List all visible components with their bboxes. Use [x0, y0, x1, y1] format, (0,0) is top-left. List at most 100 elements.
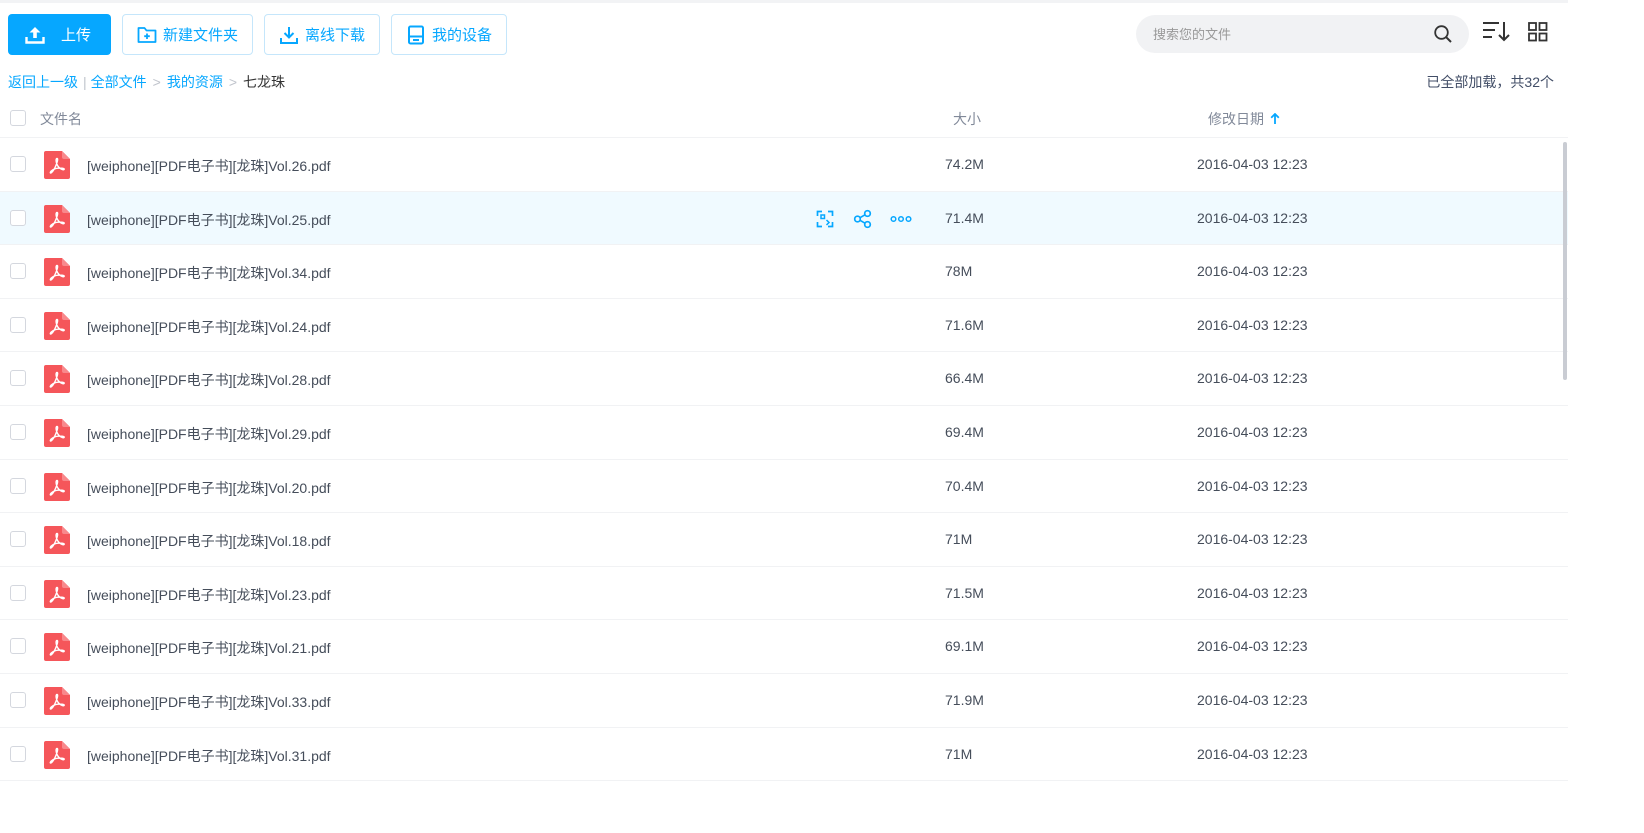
file-name[interactable]: [weiphone][PDF电子书][龙珠]Vol.26.pdf [87, 156, 331, 176]
pdf-icon [44, 311, 70, 340]
file-date: 2016-04-03 12:23 [1197, 209, 1308, 226]
new-folder-icon [137, 25, 157, 45]
column-header-date[interactable]: 修改日期 [1208, 109, 1280, 129]
convert-icon[interactable] [814, 208, 836, 230]
table-row[interactable]: [weiphone][PDF电子书][龙珠]Vol.23.pdf 71.5M 201… [0, 567, 1568, 621]
table-row[interactable]: [weiphone][PDF电子书][龙珠]Vol.18.pdf 71M 2016-… [0, 513, 1568, 567]
table-row[interactable]: [weiphone][PDF电子书][龙珠]Vol.25.pdf 71.4M 201… [0, 191, 1568, 246]
download-icon [279, 25, 299, 45]
sort-icon[interactable] [1482, 20, 1512, 47]
search-input[interactable] [1153, 26, 1423, 42]
pdf-icon [44, 526, 70, 555]
row-actions [814, 208, 928, 230]
my-devices-button[interactable]: 我的设备 [391, 14, 508, 55]
breadcrumb-all-files[interactable]: 全部文件 [91, 72, 147, 92]
breadcrumb: 返回上一级 | 全部文件 > 我的资源 > 七龙珠 [8, 72, 285, 92]
row-checkbox[interactable] [10, 745, 26, 762]
file-name[interactable]: [weiphone][PDF电子书][龙珠]Vol.33.pdf [87, 692, 331, 712]
file-list: [weiphone][PDF电子书][龙珠]Vol.26.pdf 74.2M 201… [0, 138, 1568, 782]
pdf-icon [44, 740, 70, 769]
file-size: 71M [945, 745, 973, 762]
file-date: 2016-04-03 12:23 [1197, 316, 1308, 333]
select-all-checkbox[interactable] [10, 110, 26, 126]
upload-button[interactable]: 上传 [8, 14, 111, 55]
table-row[interactable]: [weiphone][PDF电子书][龙珠]Vol.20.pdf 70.4M 201… [0, 460, 1568, 514]
table-row[interactable]: [weiphone][PDF电子书][龙珠]Vol.34.pdf 78M 2016-… [0, 245, 1568, 299]
file-size: 71.4M [945, 209, 984, 226]
table-row[interactable]: [weiphone][PDF电子书][龙珠]Vol.31.pdf 71M 2016-… [0, 728, 1568, 782]
row-checkbox[interactable] [10, 691, 26, 708]
file-date: 2016-04-03 12:23 [1197, 263, 1308, 280]
file-size: 71M [945, 531, 973, 548]
row-checkbox[interactable] [10, 156, 26, 172]
row-checkbox[interactable] [10, 531, 26, 548]
new-folder-label: 新建文件夹 [163, 27, 239, 44]
file-size: 78M [945, 263, 973, 280]
row-checkbox[interactable] [10, 316, 26, 333]
file-date: 2016-04-03 12:23 [1197, 370, 1308, 387]
file-date: 2016-04-03 12:23 [1197, 423, 1308, 440]
my-devices-label: 我的设备 [432, 27, 493, 44]
load-status: 已全部加载，共32个 [1426, 74, 1554, 90]
file-date: 2016-04-03 12:23 [1197, 156, 1308, 172]
file-name[interactable]: [weiphone][PDF电子书][龙珠]Vol.34.pdf [87, 263, 331, 283]
grid-view-icon[interactable] [1528, 22, 1548, 45]
file-name[interactable]: [weiphone][PDF电子书][龙珠]Vol.20.pdf [87, 478, 331, 498]
sort-ascending-icon [1270, 113, 1280, 124]
column-header-name[interactable]: 文件名 [40, 109, 82, 129]
scrollbar[interactable] [1563, 142, 1567, 380]
file-date: 2016-04-03 12:23 [1197, 477, 1308, 494]
upload-label: 上传 [61, 27, 92, 44]
new-folder-button[interactable]: 新建文件夹 [122, 14, 254, 55]
pdf-icon [44, 686, 70, 715]
pdf-icon [44, 418, 70, 447]
row-checkbox[interactable] [10, 209, 26, 226]
row-checkbox[interactable] [10, 423, 26, 440]
file-size: 69.4M [945, 423, 984, 440]
column-header-date-label: 修改日期 [1208, 111, 1264, 127]
back-link[interactable]: 返回上一级 [8, 72, 78, 92]
pdf-icon [44, 365, 70, 394]
file-name[interactable]: [weiphone][PDF电子书][龙珠]Vol.25.pdf [87, 210, 331, 230]
table-row[interactable]: [weiphone][PDF电子书][龙珠]Vol.29.pdf 69.4M 201… [0, 406, 1568, 460]
breadcrumb-separator: > [228, 74, 238, 90]
table-row[interactable]: [weiphone][PDF电子书][龙珠]Vol.21.pdf 69.1M 201… [0, 620, 1568, 674]
row-checkbox[interactable] [10, 263, 26, 280]
row-checkbox[interactable] [10, 638, 26, 655]
file-size: 71.6M [945, 316, 984, 333]
more-icon[interactable] [890, 208, 912, 230]
file-name[interactable]: [weiphone][PDF电子书][龙珠]Vol.28.pdf [87, 370, 331, 390]
offline-download-label: 离线下载 [305, 27, 366, 44]
file-date: 2016-04-03 12:23 [1197, 638, 1308, 655]
table-row[interactable]: [weiphone][PDF电子书][龙珠]Vol.24.pdf 71.6M 201… [0, 299, 1568, 353]
file-name[interactable]: [weiphone][PDF电子书][龙珠]Vol.21.pdf [87, 638, 331, 658]
row-checkbox[interactable] [10, 584, 26, 601]
table-row[interactable]: [weiphone][PDF电子书][龙珠]Vol.26.pdf 74.2M 201… [0, 138, 1568, 192]
file-size: 70.4M [945, 477, 984, 494]
pdf-icon [44, 151, 70, 179]
breadcrumb-current: 七龙珠 [243, 74, 286, 90]
column-header-size[interactable]: 大小 [953, 109, 981, 129]
share-icon[interactable] [852, 208, 874, 230]
table-header: 文件名 大小 修改日期 [0, 100, 1568, 138]
file-name[interactable]: [weiphone][PDF电子书][龙珠]Vol.24.pdf [87, 317, 331, 337]
file-date: 2016-04-03 12:23 [1197, 531, 1308, 548]
file-name[interactable]: [weiphone][PDF电子书][龙珠]Vol.18.pdf [87, 531, 331, 551]
breadcrumb-divider: | [83, 74, 87, 90]
search-box [1136, 15, 1469, 53]
table-row[interactable]: [weiphone][PDF电子书][龙珠]Vol.28.pdf 66.4M 201… [0, 352, 1568, 406]
search-icon[interactable] [1433, 24, 1453, 47]
pdf-icon [44, 204, 70, 233]
table-row[interactable]: [weiphone][PDF电子书][龙珠]Vol.33.pdf 71.9M 201… [0, 674, 1568, 728]
pdf-icon [44, 472, 70, 501]
toolbar: 上传 新建文件夹 离线下载 我的设备 [8, 14, 508, 55]
breadcrumb-my-resources[interactable]: 我的资源 [167, 72, 223, 92]
file-name[interactable]: [weiphone][PDF电子书][龙珠]Vol.23.pdf [87, 585, 331, 605]
offline-download-button[interactable]: 离线下载 [264, 14, 381, 55]
row-checkbox[interactable] [10, 477, 26, 494]
file-name[interactable]: [weiphone][PDF电子书][龙珠]Vol.29.pdf [87, 424, 331, 444]
file-name[interactable]: [weiphone][PDF电子书][龙珠]Vol.31.pdf [87, 746, 331, 766]
file-size: 74.2M [945, 156, 984, 172]
breadcrumb-separator: > [152, 74, 161, 90]
row-checkbox[interactable] [10, 370, 26, 387]
